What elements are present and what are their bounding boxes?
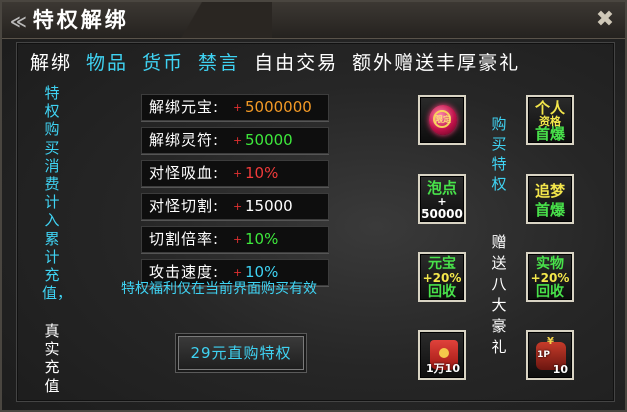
privilege-row: 解绑灵符: + 50000 — [141, 127, 329, 154]
reward-line: 元宝 — [428, 256, 456, 272]
plus-sign: + — [233, 101, 243, 114]
headline-currency: 货币 — [142, 52, 185, 74]
headline-extra-gift: 额外赠送丰厚豪礼 — [352, 52, 521, 74]
reward-gem[interactable]: 限定 — [418, 95, 466, 145]
reward-line: 回收 — [536, 284, 564, 300]
close-icon[interactable]: ✖ — [591, 6, 619, 34]
row-label: 解绑灵符: — [149, 131, 220, 149]
reward-badge: 1P — [537, 350, 550, 360]
window-title-text: 特权解绑 — [32, 8, 129, 32]
privilege-row: 解绑元宝: + 5000000 — [141, 94, 329, 121]
notice-text: 特权福利仅在当前界面购买有效 — [121, 281, 317, 297]
buy-privilege-button[interactable]: 29元直购特权 — [178, 336, 304, 370]
row-value: 5000000 — [245, 98, 312, 116]
reward-line: 首爆 — [534, 201, 565, 219]
reward-dream-first-drop[interactable]: 追梦 首爆 — [526, 174, 574, 224]
reward-item-recycle[interactable]: 实物 +20% 回收 — [526, 252, 574, 302]
middle-vertical-gift: 赠送八大豪礼 — [491, 233, 507, 356]
reward-line: 个人 — [534, 99, 565, 117]
reward-red-envelope[interactable]: 1万10 — [418, 330, 466, 380]
headline: 解绑 物品 货币 禁言 自由交易 额外赠送丰厚豪礼 — [30, 48, 534, 75]
reward-line: 追梦 — [534, 182, 565, 200]
chevron-icon: ≪ — [10, 12, 27, 31]
reward-red-bag[interactable]: ¥ 1P 10 — [526, 330, 574, 380]
title-bar-decoration — [152, 2, 272, 38]
plus-sign: + — [233, 134, 243, 147]
privilege-row: 切割倍率: + 10% — [141, 226, 329, 253]
reward-personal-first-drop[interactable]: 个人 资格 首爆 — [526, 95, 574, 145]
reward-line: + — [437, 195, 447, 208]
yuan-mark: ¥ — [547, 336, 554, 347]
gem-glyph: 限定 — [435, 115, 451, 124]
row-label: 切割倍率: — [149, 230, 220, 248]
reward-line: 实物 — [536, 256, 564, 272]
window-title: ≪ 特权解绑 — [10, 7, 129, 33]
privilege-list: 解绑元宝: + 5000000 解绑灵符: + 50000 对怪吸血: + 10… — [141, 94, 329, 292]
red-gem-icon: 限定 — [429, 105, 457, 135]
left-vertical-note: 特权购买消费计入累计充值， — [42, 84, 73, 303]
headline-free-trade: 自由交易 — [254, 52, 339, 74]
row-value: 10% — [245, 164, 279, 182]
reward-bubble-points[interactable]: 泡点 + 50000 — [418, 174, 466, 224]
row-label: 对怪吸血: — [149, 164, 220, 182]
headline-items: 物品 — [86, 52, 129, 74]
reward-qty: 1万10 — [426, 362, 460, 375]
reward-qty: 10 — [552, 363, 568, 376]
reward-line: 回收 — [428, 284, 456, 300]
row-value: 50000 — [245, 131, 293, 149]
middle-vertical-buy: 购买特权 — [491, 115, 507, 193]
privilege-row: 对怪吸血: + 10% — [141, 160, 329, 187]
reward-line: 50000 — [421, 207, 463, 221]
plus-sign: + — [233, 167, 243, 180]
reward-line: 首爆 — [534, 125, 565, 143]
privilege-row: 对怪切割: + 15000 — [141, 193, 329, 220]
headline-unbind: 解绑 — [30, 52, 73, 74]
plus-sign: + — [233, 200, 243, 213]
row-label: 对怪切割: — [149, 197, 220, 215]
row-label: 解绑元宝: — [149, 98, 220, 116]
plus-sign: + — [233, 233, 243, 246]
headline-mute: 禁言 — [198, 52, 241, 74]
row-value: 15000 — [245, 197, 293, 215]
reward-yuanbao-recycle[interactable]: 元宝 +20% 回收 — [418, 252, 466, 302]
row-value: 10% — [245, 230, 279, 248]
reward-line: 泡点 — [426, 179, 457, 197]
unbind-privilege-panel: ≪ 特权解绑 ✖ 解绑 物品 货币 禁言 自由交易 额外赠送丰厚豪礼 特权购买消费计入累计充… — [0, 0, 627, 412]
reward-line: +20% — [530, 271, 570, 285]
left-vertical-note-real: 真实充值 — [44, 322, 60, 395]
reward-line: +20% — [422, 271, 462, 285]
